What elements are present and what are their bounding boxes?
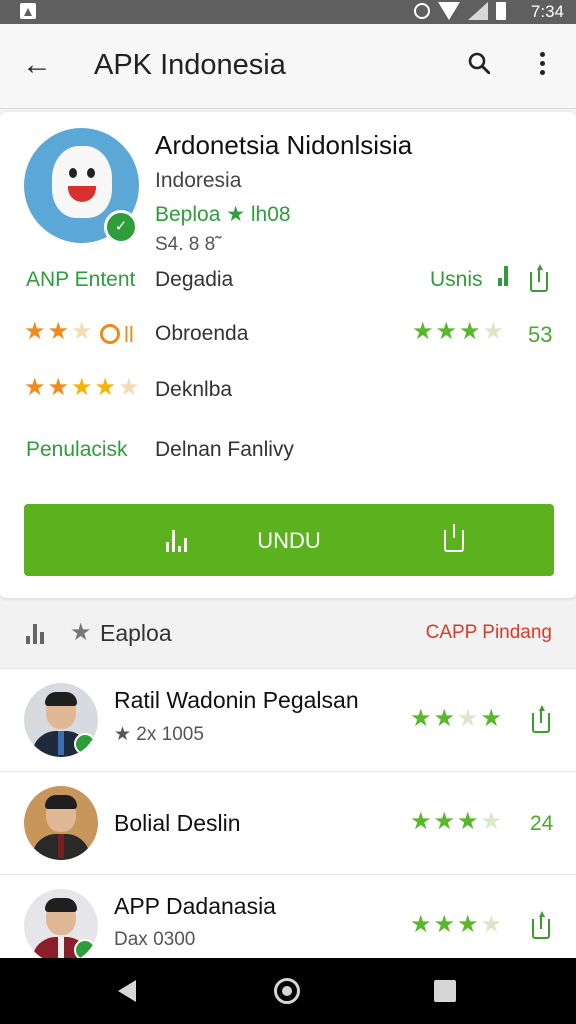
info-row-value: Deknlba bbox=[155, 378, 233, 401]
star-icon: ★ bbox=[459, 318, 481, 345]
app-icon-mouth bbox=[68, 186, 96, 202]
info-row-label: Penulacisk bbox=[26, 438, 128, 461]
star-icon: ★ bbox=[480, 705, 503, 732]
star-icon: ★ bbox=[71, 318, 93, 345]
star-icon: ★ bbox=[435, 318, 458, 345]
list-item-title: Bolial Deslin bbox=[114, 810, 241, 836]
section-link[interactable]: CAPP Pindang bbox=[426, 622, 552, 644]
avatar bbox=[24, 786, 98, 860]
rating-stars: ★ ★ ★ ★ bbox=[410, 913, 502, 937]
status-icons bbox=[414, 2, 506, 20]
rating-stars: ★ ★ ★ ★ ★ bbox=[24, 376, 140, 400]
nav-home-icon[interactable] bbox=[274, 978, 300, 1004]
back-arrow-icon[interactable]: ← bbox=[22, 50, 52, 80]
app-details-card: ✓ Ardonetsia Nidonlsisia Indoresia Beplo… bbox=[0, 112, 576, 598]
more-vert-icon[interactable] bbox=[536, 52, 548, 78]
info-row-value: Delnan Fanlivy bbox=[155, 438, 294, 461]
star-icon: ★ bbox=[433, 911, 456, 938]
star-icon: ★ bbox=[24, 318, 46, 345]
list-item-number: 24 bbox=[530, 812, 554, 835]
rating-stars: ★ ★ ★ ★ bbox=[412, 320, 504, 344]
avatar bbox=[24, 889, 98, 963]
verified-badge-icon: ✓ bbox=[104, 210, 138, 244]
app-rating-text: Beploa ★ lh08 bbox=[155, 203, 291, 226]
rating-number: 53 bbox=[528, 322, 553, 347]
star-icon: ★ bbox=[482, 318, 505, 345]
star-icon: ★ bbox=[412, 318, 434, 345]
app-developer[interactable]: Indoresia bbox=[155, 169, 241, 193]
star-icon: ★ bbox=[47, 374, 70, 401]
star-icon: ★ bbox=[480, 808, 503, 835]
info-row-value: Obroenda bbox=[155, 322, 249, 345]
nav-recent-icon[interactable] bbox=[434, 980, 456, 1002]
star-icon: ★ bbox=[433, 705, 456, 732]
alarm-icon bbox=[414, 3, 430, 19]
search-icon[interactable] bbox=[468, 52, 490, 74]
rating-stars: ★ ★ ★ bbox=[24, 320, 93, 344]
bar-chart-icon bbox=[498, 266, 512, 286]
rating-count: ll bbox=[124, 322, 134, 347]
star-icon: ★ bbox=[410, 705, 432, 732]
star-icon: ★ bbox=[24, 374, 46, 401]
star-icon: ★ bbox=[480, 911, 503, 938]
page-title: APK Indonesia bbox=[94, 49, 286, 81]
battery-icon bbox=[496, 2, 506, 20]
star-icon: ★ bbox=[70, 619, 92, 646]
info-row-right-text: Usnis bbox=[430, 268, 483, 291]
rating-stars: ★ ★ ★ ★ bbox=[410, 810, 502, 834]
avatar bbox=[24, 683, 98, 757]
signal-icon bbox=[468, 2, 488, 20]
app-size: S4. 8 8̃ bbox=[155, 234, 216, 255]
star-icon: ★ bbox=[94, 374, 117, 401]
star-icon: ★ bbox=[457, 911, 479, 938]
app-list: Ratil Wadonin Pegalsan ★ 2x 1005 ★ ★ ★ ★… bbox=[0, 668, 576, 977]
share-icon[interactable] bbox=[532, 911, 550, 939]
info-row-label: ANP Entent bbox=[26, 268, 136, 291]
download-button-label: UNDU bbox=[257, 528, 321, 553]
list-item-subtitle: Dax 0300 bbox=[114, 929, 196, 950]
rating-stars: ★ ★ ★ ★ bbox=[410, 707, 502, 731]
info-row-value: Degadia bbox=[155, 268, 234, 291]
app-icon-eye bbox=[87, 168, 95, 178]
star-icon: ★ bbox=[457, 808, 479, 835]
list-item-subtitle: ★ 2x 1005 bbox=[114, 724, 204, 745]
notification-icon bbox=[20, 3, 36, 19]
share-icon[interactable] bbox=[530, 264, 548, 292]
star-icon: ★ bbox=[457, 705, 479, 732]
coin-icon bbox=[100, 324, 120, 344]
star-icon: ★ bbox=[47, 318, 70, 345]
navigation-bar bbox=[0, 958, 576, 1024]
status-time: 7:34 bbox=[530, 2, 564, 21]
star-icon: ★ bbox=[71, 374, 93, 401]
app-icon-eye bbox=[69, 168, 77, 178]
list-item[interactable]: Bolial Deslin ★ ★ ★ ★ 24 bbox=[0, 771, 576, 874]
bar-chart-icon bbox=[26, 622, 48, 644]
star-icon: ★ bbox=[433, 808, 456, 835]
app-name: Ardonetsia Nidonlsisia bbox=[155, 130, 413, 160]
section-title: Eaploa bbox=[100, 620, 172, 646]
app-icon-face bbox=[52, 146, 112, 218]
list-item-title: Ratil Wadonin Pegalsan bbox=[114, 687, 359, 713]
share-icon[interactable] bbox=[444, 524, 464, 552]
list-item[interactable]: Ratil Wadonin Pegalsan ★ 2x 1005 ★ ★ ★ ★ bbox=[0, 668, 576, 771]
verified-badge-icon bbox=[74, 733, 96, 755]
star-icon: ★ bbox=[118, 374, 140, 401]
wifi-icon bbox=[438, 2, 460, 20]
app-bar: ← APK Indonesia bbox=[0, 24, 576, 109]
section-header: ★ Eaploa CAPP Pindang bbox=[0, 602, 576, 666]
app-icon: ✓ bbox=[24, 128, 139, 244]
share-icon[interactable] bbox=[532, 705, 550, 733]
list-item-title: APP Dadanasia bbox=[114, 893, 276, 919]
download-button[interactable]: UNDU bbox=[24, 504, 554, 576]
nav-back-icon[interactable] bbox=[118, 980, 136, 1002]
star-icon: ★ bbox=[410, 808, 432, 835]
star-icon: ★ bbox=[410, 911, 432, 938]
status-bar: 7:34 bbox=[0, 0, 576, 24]
